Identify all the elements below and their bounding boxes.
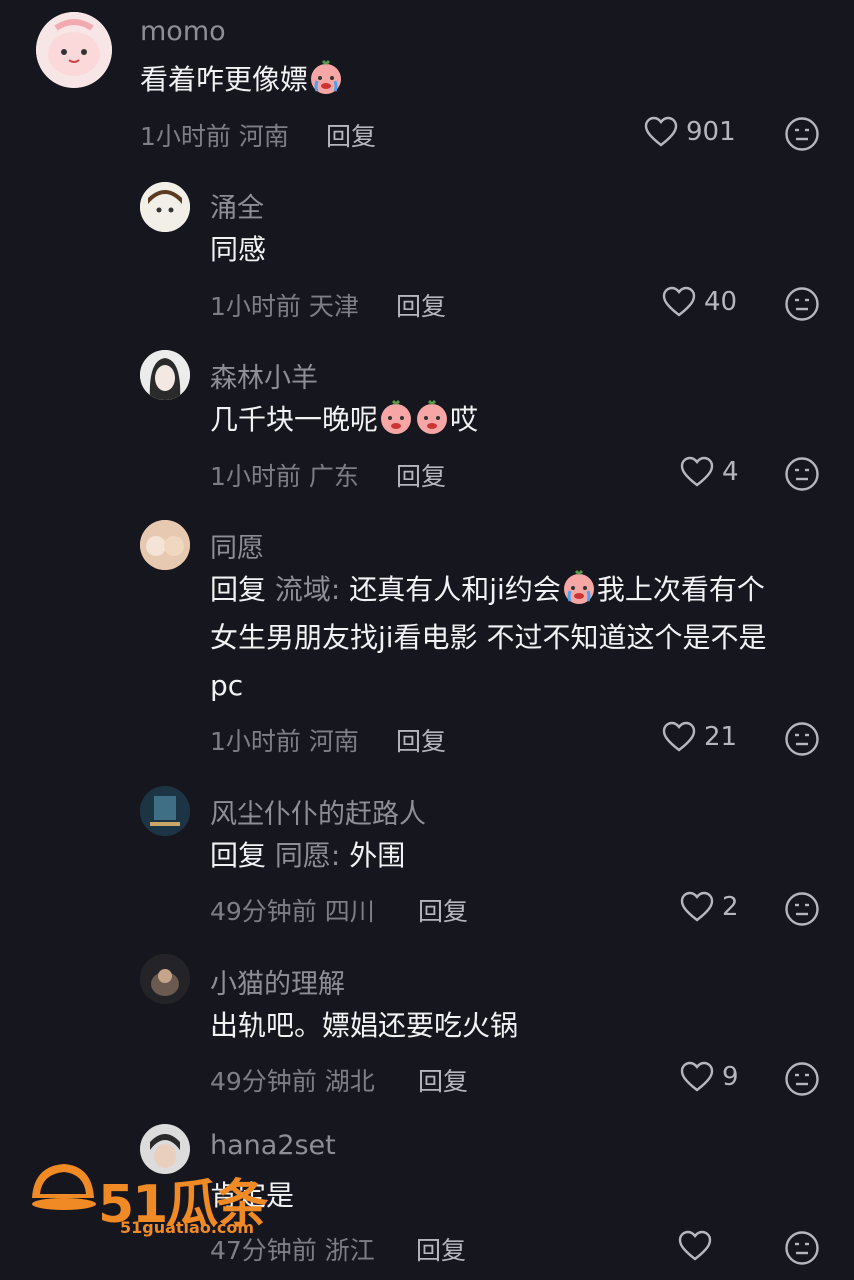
sad-face-icon[interactable] <box>784 721 820 757</box>
avatar[interactable] <box>140 786 190 836</box>
heart-icon <box>680 456 714 488</box>
crying-peach-emoji <box>308 59 344 95</box>
username[interactable]: hana2set <box>210 1130 336 1161</box>
avatar[interactable] <box>36 12 112 88</box>
username[interactable]: 涌全 <box>210 186 264 225</box>
heart-icon <box>662 286 696 318</box>
comment-text: pc <box>210 669 244 702</box>
username[interactable]: 小猫的理解 <box>210 962 345 1001</box>
comment-text: 回复 流域: 还真有人和ji约会 我上次看有个 <box>210 566 765 614</box>
like-count: 21 <box>704 722 738 752</box>
comment-text: 同感 <box>210 233 267 266</box>
like-count: 2 <box>722 892 739 922</box>
like-count: 4 <box>722 457 739 487</box>
heart-icon <box>680 1061 714 1093</box>
crying-peach-emoji <box>378 399 414 435</box>
comment-meta: 49分钟前 四川 <box>210 897 375 926</box>
like-button[interactable]: 40 <box>662 286 737 318</box>
heart-icon <box>644 116 678 148</box>
avatar[interactable] <box>140 520 190 570</box>
like-button[interactable]: 2 <box>680 891 739 923</box>
like-button[interactable]: 901 <box>644 116 736 148</box>
heart-icon <box>662 721 696 753</box>
watermark-url: 51guatiao.com <box>120 1218 255 1237</box>
sad-face-icon[interactable] <box>784 286 820 322</box>
watermark-logo-icon <box>28 1158 98 1222</box>
sad-face-icon[interactable] <box>784 1230 820 1266</box>
like-button[interactable]: 4 <box>680 456 739 488</box>
comment-text: 几千块一晚呢哎 <box>210 396 478 444</box>
comment-meta: 1小时前 河南 <box>140 122 289 151</box>
reply-button[interactable]: 回复 <box>418 1062 468 1098</box>
comment-text: 回复 同愿: 外围 <box>210 839 406 872</box>
reply-button[interactable]: 回复 <box>396 722 446 758</box>
like-count: 9 <box>722 1062 739 1092</box>
sad-face-icon[interactable] <box>784 116 820 152</box>
sad-face-icon[interactable] <box>784 1061 820 1097</box>
crying-peach-emoji <box>561 569 597 605</box>
heart-icon <box>680 891 714 923</box>
like-button[interactable]: 21 <box>662 721 737 753</box>
comment-meta: 1小时前 河南 <box>210 727 359 756</box>
username[interactable]: 同愿 <box>210 526 264 565</box>
reply-button[interactable]: 回复 <box>418 892 468 928</box>
avatar[interactable] <box>140 954 190 1004</box>
sad-face-icon[interactable] <box>784 456 820 492</box>
comment-meta: 49分钟前 湖北 <box>210 1067 375 1096</box>
like-count: 40 <box>704 287 738 317</box>
username[interactable]: 风尘仆仆的赶路人 <box>210 792 426 831</box>
sad-face-icon[interactable] <box>784 891 820 927</box>
comment-meta: 1小时前 广东 <box>210 462 359 491</box>
like-button[interactable]: 9 <box>680 1061 739 1093</box>
reply-button[interactable]: 回复 <box>416 1231 466 1267</box>
reply-button[interactable]: 回复 <box>396 287 446 323</box>
avatar[interactable] <box>140 350 190 400</box>
reply-button[interactable]: 回复 <box>396 457 446 493</box>
heart-icon <box>678 1230 712 1262</box>
username[interactable]: momo <box>140 16 226 47</box>
comment-meta: 1小时前 天津 <box>210 292 359 321</box>
like-button[interactable] <box>678 1230 720 1262</box>
reply-button[interactable]: 回复 <box>326 117 376 153</box>
crying-peach-emoji <box>414 399 450 435</box>
comment-text: 看着咋更像嫖 <box>140 56 344 104</box>
avatar[interactable] <box>140 182 190 232</box>
comment-text: 女生男朋友找ji看电影 不过不知道这个是不是 <box>210 621 767 654</box>
comment-text: 出轨吧。嫖娼还要吃火锅 <box>210 1009 519 1042</box>
like-count: 901 <box>686 117 736 147</box>
username[interactable]: 森林小羊 <box>210 356 318 395</box>
